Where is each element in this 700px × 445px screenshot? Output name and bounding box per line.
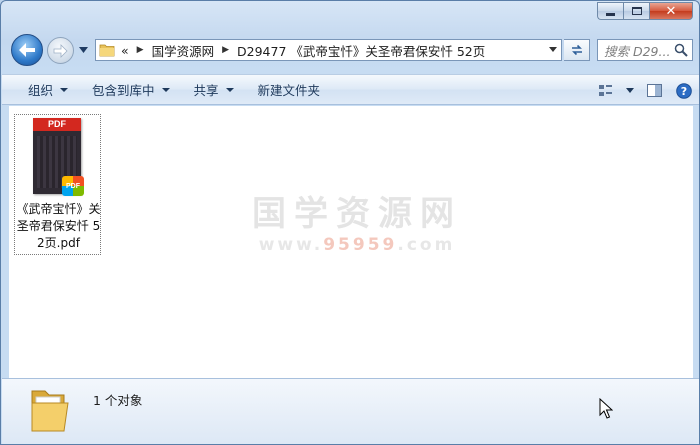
chevron-down-icon (626, 88, 634, 93)
search-input[interactable]: 搜索 D29... (597, 39, 693, 61)
breadcrumb-item-folder[interactable]: D29477 《武帝宝忏》关圣帝君保安忏 52页 (237, 41, 485, 60)
search-placeholder: 搜索 D29... (604, 43, 671, 59)
refresh-icon (571, 44, 582, 56)
file-name: 《武帝宝忏》关圣帝君保安忏 52页.pdf (16, 202, 101, 250)
explorer-window: ✕ « ▶ 国学资源网 ▶ D29477 《武帝宝忏》关圣帝君保安忏 52页 搜… (0, 0, 700, 445)
pdf-badge-label: PDF (66, 182, 80, 190)
back-button[interactable] (11, 34, 43, 66)
include-in-library-menu[interactable]: 包含到库中 (80, 74, 182, 105)
address-bar[interactable]: « ▶ 国学资源网 ▶ D29477 《武帝宝忏》关圣帝君保安忏 52页 (95, 39, 562, 61)
help-button[interactable]: ? (669, 75, 699, 106)
watermark-url-highlight: 95959 (323, 235, 398, 255)
folder-icon (99, 44, 115, 57)
chevron-down-icon (60, 87, 69, 92)
maximize-button[interactable] (623, 2, 649, 20)
preview-pane-icon (646, 84, 662, 97)
include-in-library-label: 包含到库中 (92, 83, 155, 98)
forward-button[interactable] (47, 37, 74, 64)
close-button[interactable]: ✕ (649, 2, 693, 20)
file-item[interactable]: PDF PDF 《武帝宝忏》关圣帝君保安忏 52页.pdf (14, 114, 101, 255)
help-icon: ? (676, 82, 692, 99)
mouse-cursor-icon (599, 398, 613, 419)
new-folder-label: 新建文件夹 (257, 83, 321, 98)
watermark-title: 国学资源网 (252, 194, 462, 234)
arrow-left-icon (19, 43, 35, 57)
refresh-button[interactable] (564, 39, 590, 61)
breadcrumb-separator-icon[interactable]: ▶ (137, 45, 144, 55)
caption-buttons: ✕ (597, 2, 693, 20)
pdf-thumbnail-label: PDF (33, 118, 81, 131)
item-count: 1 个对象 (93, 393, 143, 408)
organize-menu[interactable]: 组织 (2, 74, 80, 105)
minimize-button[interactable] (597, 2, 623, 20)
file-list[interactable]: PDF PDF 《武帝宝忏》关圣帝君保安忏 52页.pdf 国学资源网 www.… (9, 106, 693, 378)
breadcrumb: « ▶ 国学资源网 ▶ D29477 《武帝宝忏》关圣帝君保安忏 52页 (121, 41, 485, 60)
watermark-url-prefix: www. (258, 235, 324, 255)
breadcrumb-overflow[interactable]: « (121, 43, 129, 58)
chevron-down-icon (78, 47, 88, 53)
address-history-dropdown[interactable] (549, 47, 557, 52)
minimize-icon (606, 12, 615, 16)
breadcrumb-item-site[interactable]: 国学资源网 (152, 41, 215, 60)
organize-label: 组织 (28, 83, 54, 98)
arrow-right-icon (53, 43, 68, 58)
navigation-bar: « ▶ 国学资源网 ▶ D29477 《武帝宝忏》关圣帝君保安忏 52页 搜索 … (9, 34, 693, 68)
command-bar: 组织 包含到库中 共享 新建文件夹 ? (2, 74, 699, 105)
watermark-url-suffix: .com (397, 235, 456, 255)
view-controls: ? (591, 75, 699, 106)
share-label: 共享 (193, 83, 219, 98)
pdf-icon: PDF (62, 176, 84, 196)
folder-icon (31, 390, 69, 432)
chevron-down-icon (225, 87, 234, 92)
close-icon: ✕ (665, 3, 677, 19)
view-options-dropdown[interactable] (621, 75, 639, 106)
maximize-icon (631, 7, 642, 15)
details-pane: 1 个对象 (2, 378, 699, 444)
new-folder-button[interactable]: 新建文件夹 (246, 74, 333, 105)
search-icon[interactable] (674, 43, 688, 57)
change-view-button[interactable] (591, 75, 621, 106)
share-menu[interactable]: 共享 (182, 74, 246, 105)
preview-pane-button[interactable] (639, 75, 669, 106)
recent-pages-button[interactable] (77, 44, 89, 56)
breadcrumb-separator-icon[interactable]: ▶ (222, 45, 229, 55)
watermark-url: www.95959.com (242, 235, 472, 255)
view-grid-icon (599, 84, 612, 96)
svg-text:?: ? (681, 85, 687, 98)
watermark: 国学资源网 www.95959.com (242, 193, 472, 255)
chevron-down-icon (161, 87, 170, 92)
